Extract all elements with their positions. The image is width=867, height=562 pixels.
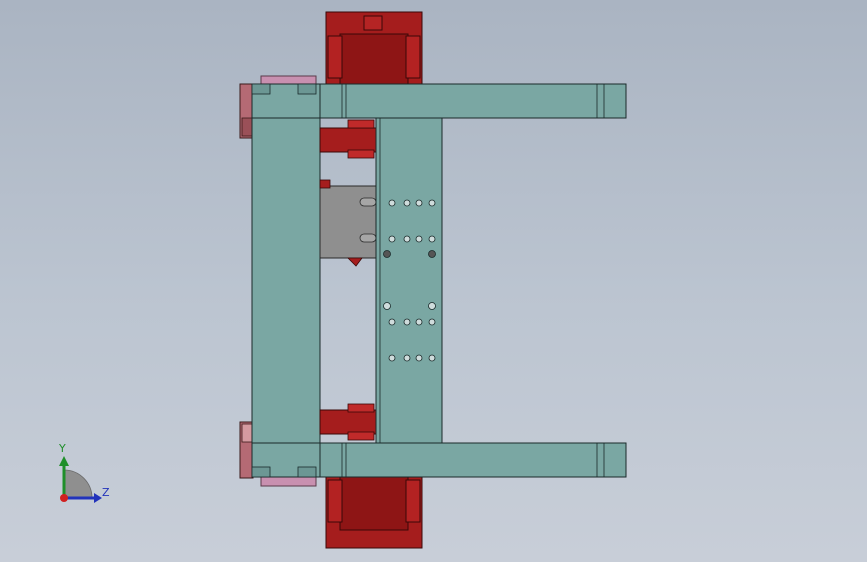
gray-bracket[interactable]	[319, 179, 377, 267]
plate-hole	[383, 250, 391, 258]
plate-hole	[428, 199, 436, 207]
top-motor[interactable]	[325, 11, 423, 85]
bottom-rail[interactable]	[251, 442, 627, 478]
coordinate-triad	[59, 456, 102, 503]
plate-hole	[403, 354, 411, 362]
plate-hole	[403, 318, 411, 326]
plate-hole	[403, 199, 411, 207]
left-vertical-frame	[251, 117, 321, 444]
plate-hole	[428, 235, 436, 243]
plate-hole	[383, 302, 391, 310]
cad-viewport[interactable]: Y Z	[0, 0, 867, 562]
z-axis-label: Z	[102, 486, 110, 499]
plate-hole	[415, 199, 423, 207]
bottom-motor[interactable]	[325, 475, 423, 549]
plate-hole	[428, 318, 436, 326]
plate-hole	[403, 235, 411, 243]
top-motor-face	[339, 33, 409, 85]
plate-hole	[415, 318, 423, 326]
plate-hole	[388, 235, 396, 243]
top-motor-cap	[363, 15, 383, 31]
plate-hole	[388, 354, 396, 362]
cad-model-canvas[interactable]	[0, 0, 867, 562]
plate-hole	[388, 199, 396, 207]
y-axis-label: Y	[59, 442, 66, 455]
plate-hole	[428, 250, 436, 258]
plate-hole	[428, 302, 436, 310]
top-rail[interactable]	[251, 83, 627, 119]
plate-hole	[388, 318, 396, 326]
lower-slide-rod	[319, 409, 377, 435]
plate-hole	[428, 354, 436, 362]
plate-hole	[415, 235, 423, 243]
bottom-motor-face	[339, 475, 409, 531]
upper-slide-rod	[319, 127, 377, 153]
carriage-plate[interactable]	[375, 117, 443, 444]
plate-hole	[415, 354, 423, 362]
